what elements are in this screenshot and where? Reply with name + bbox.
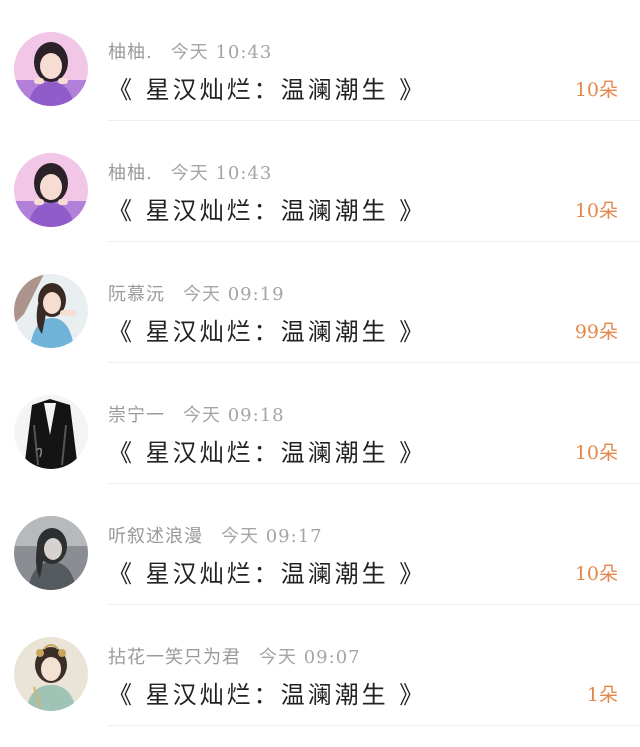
list-item[interactable]: 柚柚. 今天 10:43 《 星汉灿烂：温澜潮生 》 10朵 [0, 121, 640, 242]
book-title[interactable]: 《 星汉灿烂：温澜潮生 》 [108, 675, 426, 709]
user-name[interactable]: 听叙述浪漫 [108, 526, 203, 547]
gift-amount: 10朵 [574, 563, 618, 585]
list-item[interactable]: 崇宁一 今天 09:18 《 星汉灿烂：温澜潮生 》 10朵 [0, 363, 640, 484]
list-item[interactable]: 拈花一笑只为君 今天 09:07 《 星汉灿烂：温澜潮生 》 1朵 [0, 605, 640, 726]
user-name[interactable]: 崇宁一 [108, 405, 165, 426]
timestamp: 今天 10:43 [170, 42, 273, 63]
avatar[interactable] [14, 32, 88, 106]
user-name[interactable]: 柚柚. [108, 42, 153, 63]
timestamp: 今天 09:18 [183, 405, 285, 426]
item-meta: 听叙述浪漫 今天 09:17 [108, 522, 323, 547]
girl-blue-dress-avatar-icon [14, 274, 88, 348]
item-meta: 柚柚. 今天 10:43 [108, 38, 273, 63]
list-item[interactable]: 阮慕沅 今天 09:19 《 星汉灿烂：温澜潮生 》 99朵 [0, 242, 640, 363]
list-item[interactable]: 听叙述浪漫 今天 09:17 《 星汉灿烂：温澜潮生 》 10朵 [0, 484, 640, 605]
dark-robe-figure-avatar-icon [14, 395, 88, 469]
item-meta: 崇宁一 今天 09:18 [108, 401, 285, 426]
avatar[interactable] [14, 516, 88, 590]
user-name[interactable]: 柚柚. [108, 163, 153, 184]
gift-amount: 10朵 [574, 442, 618, 464]
book-title[interactable]: 《 星汉灿烂：温澜潮生 》 [108, 312, 426, 346]
item-meta: 阮慕沅 今天 09:19 [108, 280, 285, 305]
girl-purple-avatar-icon [14, 153, 88, 227]
gift-amount: 99朵 [574, 321, 618, 343]
gift-record-list: 柚柚. 今天 10:43 《 星汉灿烂：温澜潮生 》 10朵 柚柚. 今天 10:4… [0, 0, 640, 747]
book-title[interactable]: 《 星汉灿烂：温澜潮生 》 [108, 191, 426, 225]
book-title[interactable]: 《 星汉灿烂：温澜潮生 》 [108, 433, 426, 467]
timestamp: 今天 09:07 [259, 647, 361, 668]
gift-amount: 10朵 [574, 200, 618, 222]
girl-purple-avatar-icon [14, 32, 88, 106]
timestamp: 今天 09:17 [221, 526, 323, 547]
list-item[interactable]: 柚柚. 今天 10:43 《 星汉灿烂：温澜潮生 》 10朵 [0, 0, 640, 121]
avatar[interactable] [14, 637, 88, 711]
user-name[interactable]: 阮慕沅 [108, 284, 165, 305]
avatar[interactable] [14, 153, 88, 227]
gift-amount: 1朵 [586, 684, 618, 706]
divider [108, 725, 640, 726]
gift-amount: 10朵 [574, 79, 618, 101]
timestamp: 今天 09:19 [183, 284, 285, 305]
book-title[interactable]: 《 星汉灿烂：温澜潮生 》 [108, 70, 426, 104]
avatar[interactable] [14, 274, 88, 348]
item-meta: 拈花一笑只为君 今天 09:07 [108, 643, 361, 668]
item-meta: 柚柚. 今天 10:43 [108, 159, 273, 184]
timestamp: 今天 10:43 [170, 163, 273, 184]
avatar[interactable] [14, 395, 88, 469]
book-title[interactable]: 《 星汉灿烂：温澜潮生 》 [108, 554, 426, 588]
grey-portrait-avatar-icon [14, 516, 88, 590]
ancient-costume-avatar-icon [14, 637, 88, 711]
user-name[interactable]: 拈花一笑只为君 [108, 647, 241, 668]
